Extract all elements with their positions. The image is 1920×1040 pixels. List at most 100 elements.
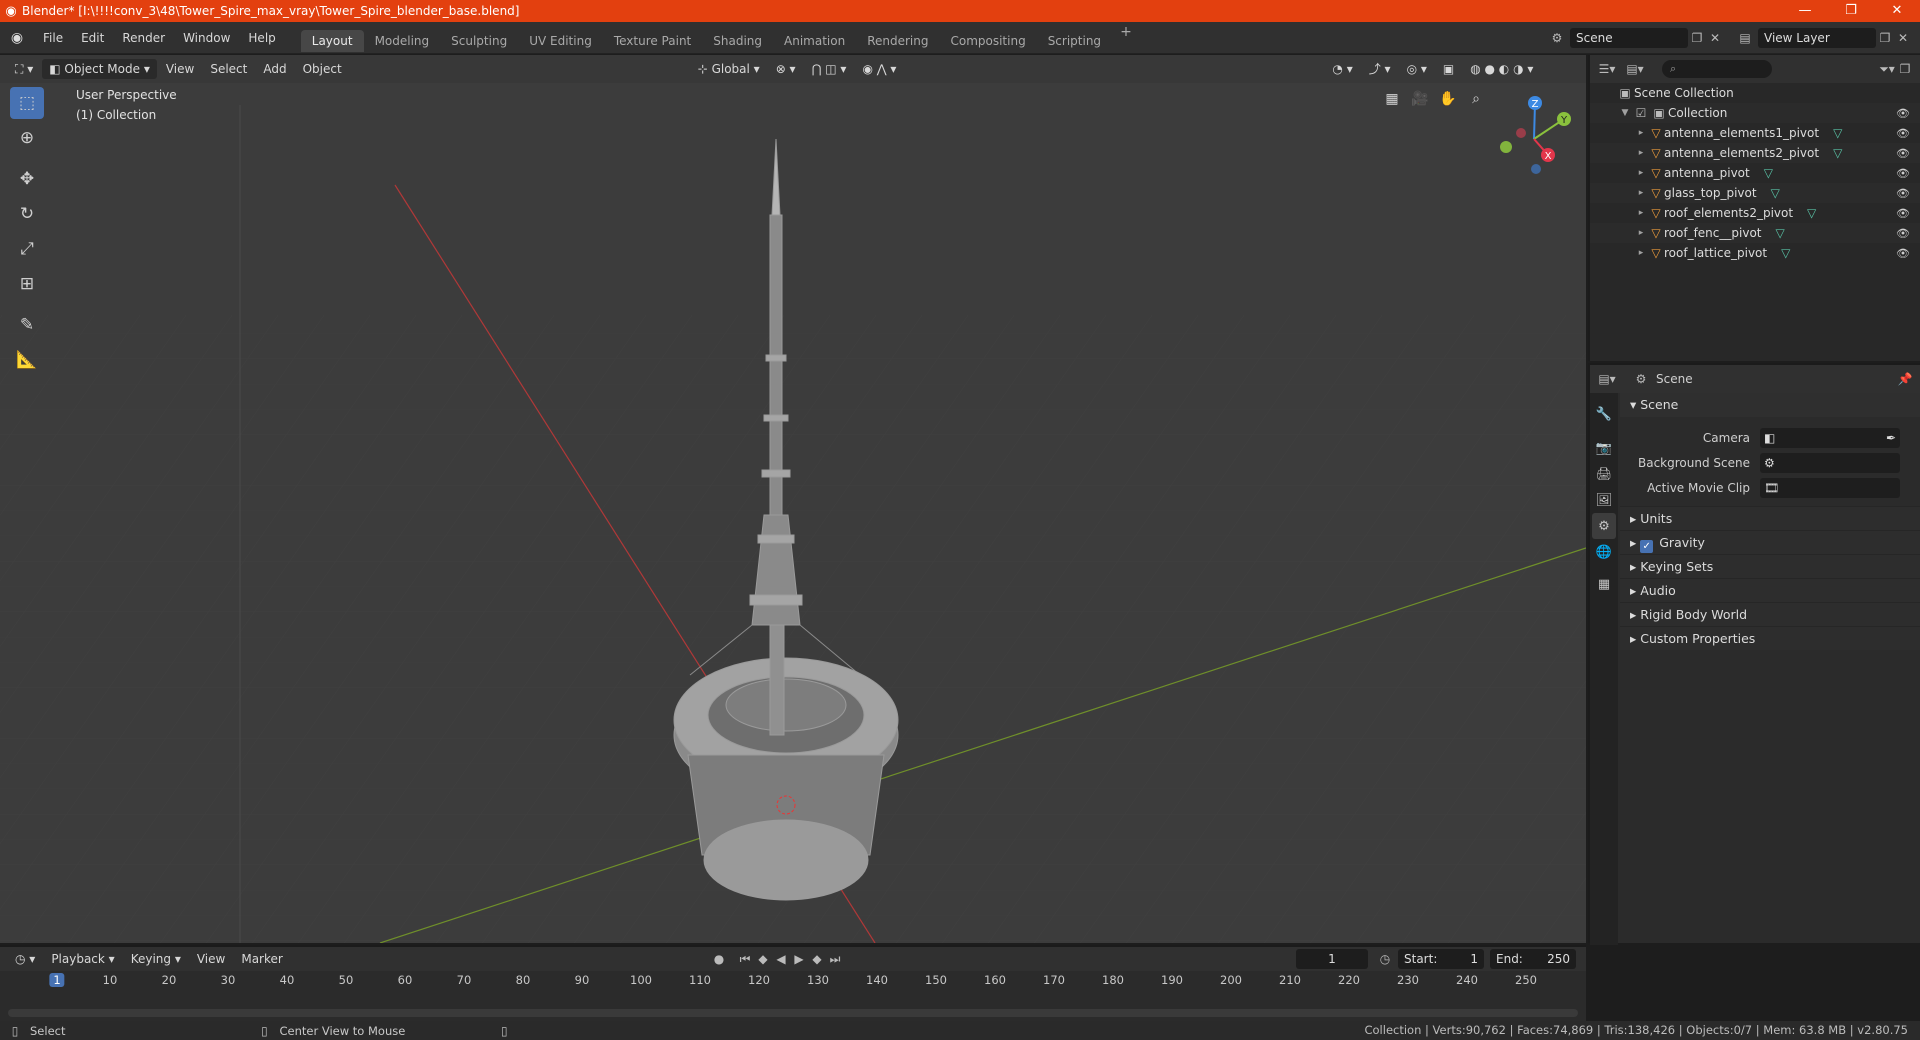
expand-icon[interactable]: ▸ (1634, 168, 1648, 178)
menu-object[interactable]: Object (296, 59, 349, 79)
outliner-object-row[interactable]: ▸ ▽ antenna_elements2_pivot ▽ 👁 (1590, 143, 1920, 163)
gizmo-toggle-icon[interactable]: ⤴ ▾ (1362, 59, 1398, 79)
rotate-icon[interactable]: ↻ (10, 198, 44, 230)
expand-icon[interactable]: ▸ (1634, 248, 1648, 258)
next-keyframe-icon[interactable]: ◆ (808, 952, 826, 967)
restore-icon[interactable]: ❐ (1828, 0, 1874, 22)
outliner-editor-icon[interactable]: ☰▾ (1598, 62, 1616, 76)
checkbox-icon[interactable]: ☑ (1632, 106, 1650, 120)
tab-scripting[interactable]: Scripting (1037, 30, 1112, 52)
measure-icon[interactable]: 📐 (10, 344, 44, 376)
eye-icon[interactable]: 👁 (1896, 227, 1910, 240)
outliner-object-row[interactable]: ▸ ▽ roof_fenc__pivot ▽ 👁 (1590, 223, 1920, 243)
render-tab-icon[interactable]: 📷 (1592, 435, 1616, 461)
tab-compositing[interactable]: Compositing (939, 30, 1036, 52)
gravity-checkbox[interactable]: ✓ (1640, 540, 1654, 553)
menu-select[interactable]: Select (203, 59, 254, 79)
menu-add[interactable]: Add (256, 59, 293, 79)
display-mode-icon[interactable]: ▤▾ (1626, 62, 1644, 76)
menu-keying[interactable]: Keying ▾ (124, 949, 188, 969)
eye-icon[interactable]: 👁 (1896, 167, 1910, 180)
timeline-scrollbar[interactable] (8, 1009, 1578, 1017)
timeline-editor-icon[interactable]: ◷ ▾ (8, 949, 42, 969)
play-icon[interactable]: ▶ (790, 952, 808, 967)
tab-sculpting[interactable]: Sculpting (440, 30, 518, 52)
texture-tab-icon[interactable]: ▦ (1592, 571, 1616, 597)
collection-row[interactable]: ▼ ☑ ▣ Collection 👁 (1590, 103, 1920, 123)
filter-icon[interactable]: ⏷▾ (1878, 62, 1896, 77)
new-collection-icon[interactable]: ❐ (1896, 62, 1914, 76)
units-panel[interactable]: ▸ Units (1620, 506, 1920, 530)
annotate-icon[interactable]: ✎ (10, 309, 44, 341)
menu-render[interactable]: Render (113, 22, 174, 54)
pin-icon[interactable]: 📌 (1896, 372, 1914, 386)
jump-start-icon[interactable]: ⏮ (736, 952, 754, 967)
menu-file[interactable]: File (34, 22, 72, 54)
gravity-panel[interactable]: ▸ ✓ Gravity (1620, 530, 1920, 554)
overlay-toggle-icon[interactable]: ◎ ▾ (1400, 59, 1434, 79)
pan-hand-icon[interactable]: ✋ (1434, 85, 1462, 113)
pivot-point-icon[interactable]: ⊗ ▾ (769, 59, 803, 79)
output-tab-icon[interactable]: 🖨 (1592, 461, 1616, 487)
background-scene-field[interactable]: ⚙ (1760, 452, 1900, 473)
new-view-layer-icon[interactable]: ❐ (1876, 31, 1894, 45)
tab-texture-paint[interactable]: Texture Paint (603, 30, 702, 52)
jump-end-icon[interactable]: ⏭ (826, 952, 844, 967)
eye-icon[interactable]: 👁 (1896, 187, 1910, 200)
camera-field[interactable]: ◧ ✒ (1760, 427, 1900, 448)
3d-viewport[interactable]: ⛶ ▾ ◧ Object Mode ▾ View Select Add Obje… (0, 55, 1586, 943)
eye-icon[interactable]: 👁 (1896, 207, 1910, 220)
movie-clip-field[interactable]: 🎞 (1760, 477, 1900, 498)
add-workspace-icon[interactable]: + (1112, 24, 1140, 52)
move-icon[interactable]: ✥ (10, 163, 44, 195)
tool-tab-icon[interactable]: 🔧 (1592, 401, 1616, 427)
view-layer-field[interactable]: View Layer (1758, 28, 1876, 48)
xray-icon[interactable]: ▣ (1436, 59, 1461, 79)
zoom-icon[interactable]: ⌕ (1462, 85, 1490, 113)
expand-icon[interactable]: ▸ (1634, 208, 1648, 218)
outliner-object-row[interactable]: ▸ ▽ antenna_elements1_pivot ▽ 👁 (1590, 123, 1920, 143)
proportional-edit-icon[interactable]: ◉ ⋀ ▾ (855, 59, 903, 79)
timeline-ruler[interactable]: 1 10 20 30 40 50 60 70 80 90 100 110 120 130 140 150 160… (0, 971, 1586, 991)
play-reverse-icon[interactable]: ◀ (772, 952, 790, 967)
record-icon[interactable]: ● (710, 952, 728, 967)
audio-panel[interactable]: ▸ Audio (1620, 578, 1920, 602)
object-mode-dropdown[interactable]: ◧ Object Mode ▾ (42, 59, 157, 79)
view-layer-icon[interactable]: ▤ (1736, 31, 1754, 45)
custom-properties-panel[interactable]: ▸ Custom Properties (1620, 626, 1920, 650)
rigid-body-world-panel[interactable]: ▸ Rigid Body World (1620, 602, 1920, 626)
world-tab-icon[interactable]: 🌐 (1592, 539, 1616, 565)
editor-type-icon[interactable]: ⛶ ▾ (8, 59, 40, 79)
outliner-object-row[interactable]: ▸ ▽ glass_top_pivot ▽ 👁 (1590, 183, 1920, 203)
ortho-toggle-icon[interactable]: ▦ (1378, 85, 1406, 113)
navigation-gizmo[interactable]: Z Y X (1484, 89, 1574, 179)
menu-marker[interactable]: Marker (234, 949, 289, 969)
menu-view[interactable]: View (159, 59, 201, 79)
collapse-icon[interactable]: ▼ (1618, 108, 1632, 118)
shading-modes-icon[interactable]: ◍ ● ◐ ◑ ▾ (1463, 59, 1540, 79)
end-frame-field[interactable]: End: 250 (1490, 949, 1576, 969)
tab-rendering[interactable]: Rendering (856, 30, 939, 52)
minimize-icon[interactable]: — (1782, 0, 1828, 22)
outliner-search-input[interactable]: ⌕ (1662, 60, 1772, 78)
scale-icon[interactable]: ⤢ (10, 233, 44, 265)
tab-layout[interactable]: Layout (300, 29, 364, 52)
delete-view-layer-icon[interactable]: ✕ (1894, 31, 1912, 45)
menu-timeline-view[interactable]: View (190, 949, 232, 969)
snap-icon[interactable]: ⋂ ◫ ▾ (805, 59, 854, 79)
tab-animation[interactable]: Animation (773, 30, 856, 52)
tab-modeling[interactable]: Modeling (364, 30, 441, 52)
eye-icon[interactable]: 👁 (1896, 127, 1910, 140)
scene-collection-row[interactable]: ▣ Scene Collection (1590, 83, 1920, 103)
cursor-icon[interactable]: ⊕ (10, 122, 44, 154)
properties-editor-icon[interactable]: ▤▾ (1598, 372, 1616, 386)
keying-sets-panel[interactable]: ▸ Keying Sets (1620, 554, 1920, 578)
new-scene-icon[interactable]: ❐ (1688, 31, 1706, 45)
close-icon[interactable]: ✕ (1874, 0, 1920, 22)
start-frame-field[interactable]: Start: 1 (1398, 949, 1484, 969)
expand-icon[interactable]: ▸ (1634, 188, 1648, 198)
eye-icon[interactable]: 👁 (1896, 247, 1910, 260)
expand-icon[interactable]: ▸ (1634, 148, 1648, 158)
blender-menu-icon[interactable]: ◉ (0, 30, 34, 46)
expand-icon[interactable]: ▸ (1634, 228, 1648, 238)
